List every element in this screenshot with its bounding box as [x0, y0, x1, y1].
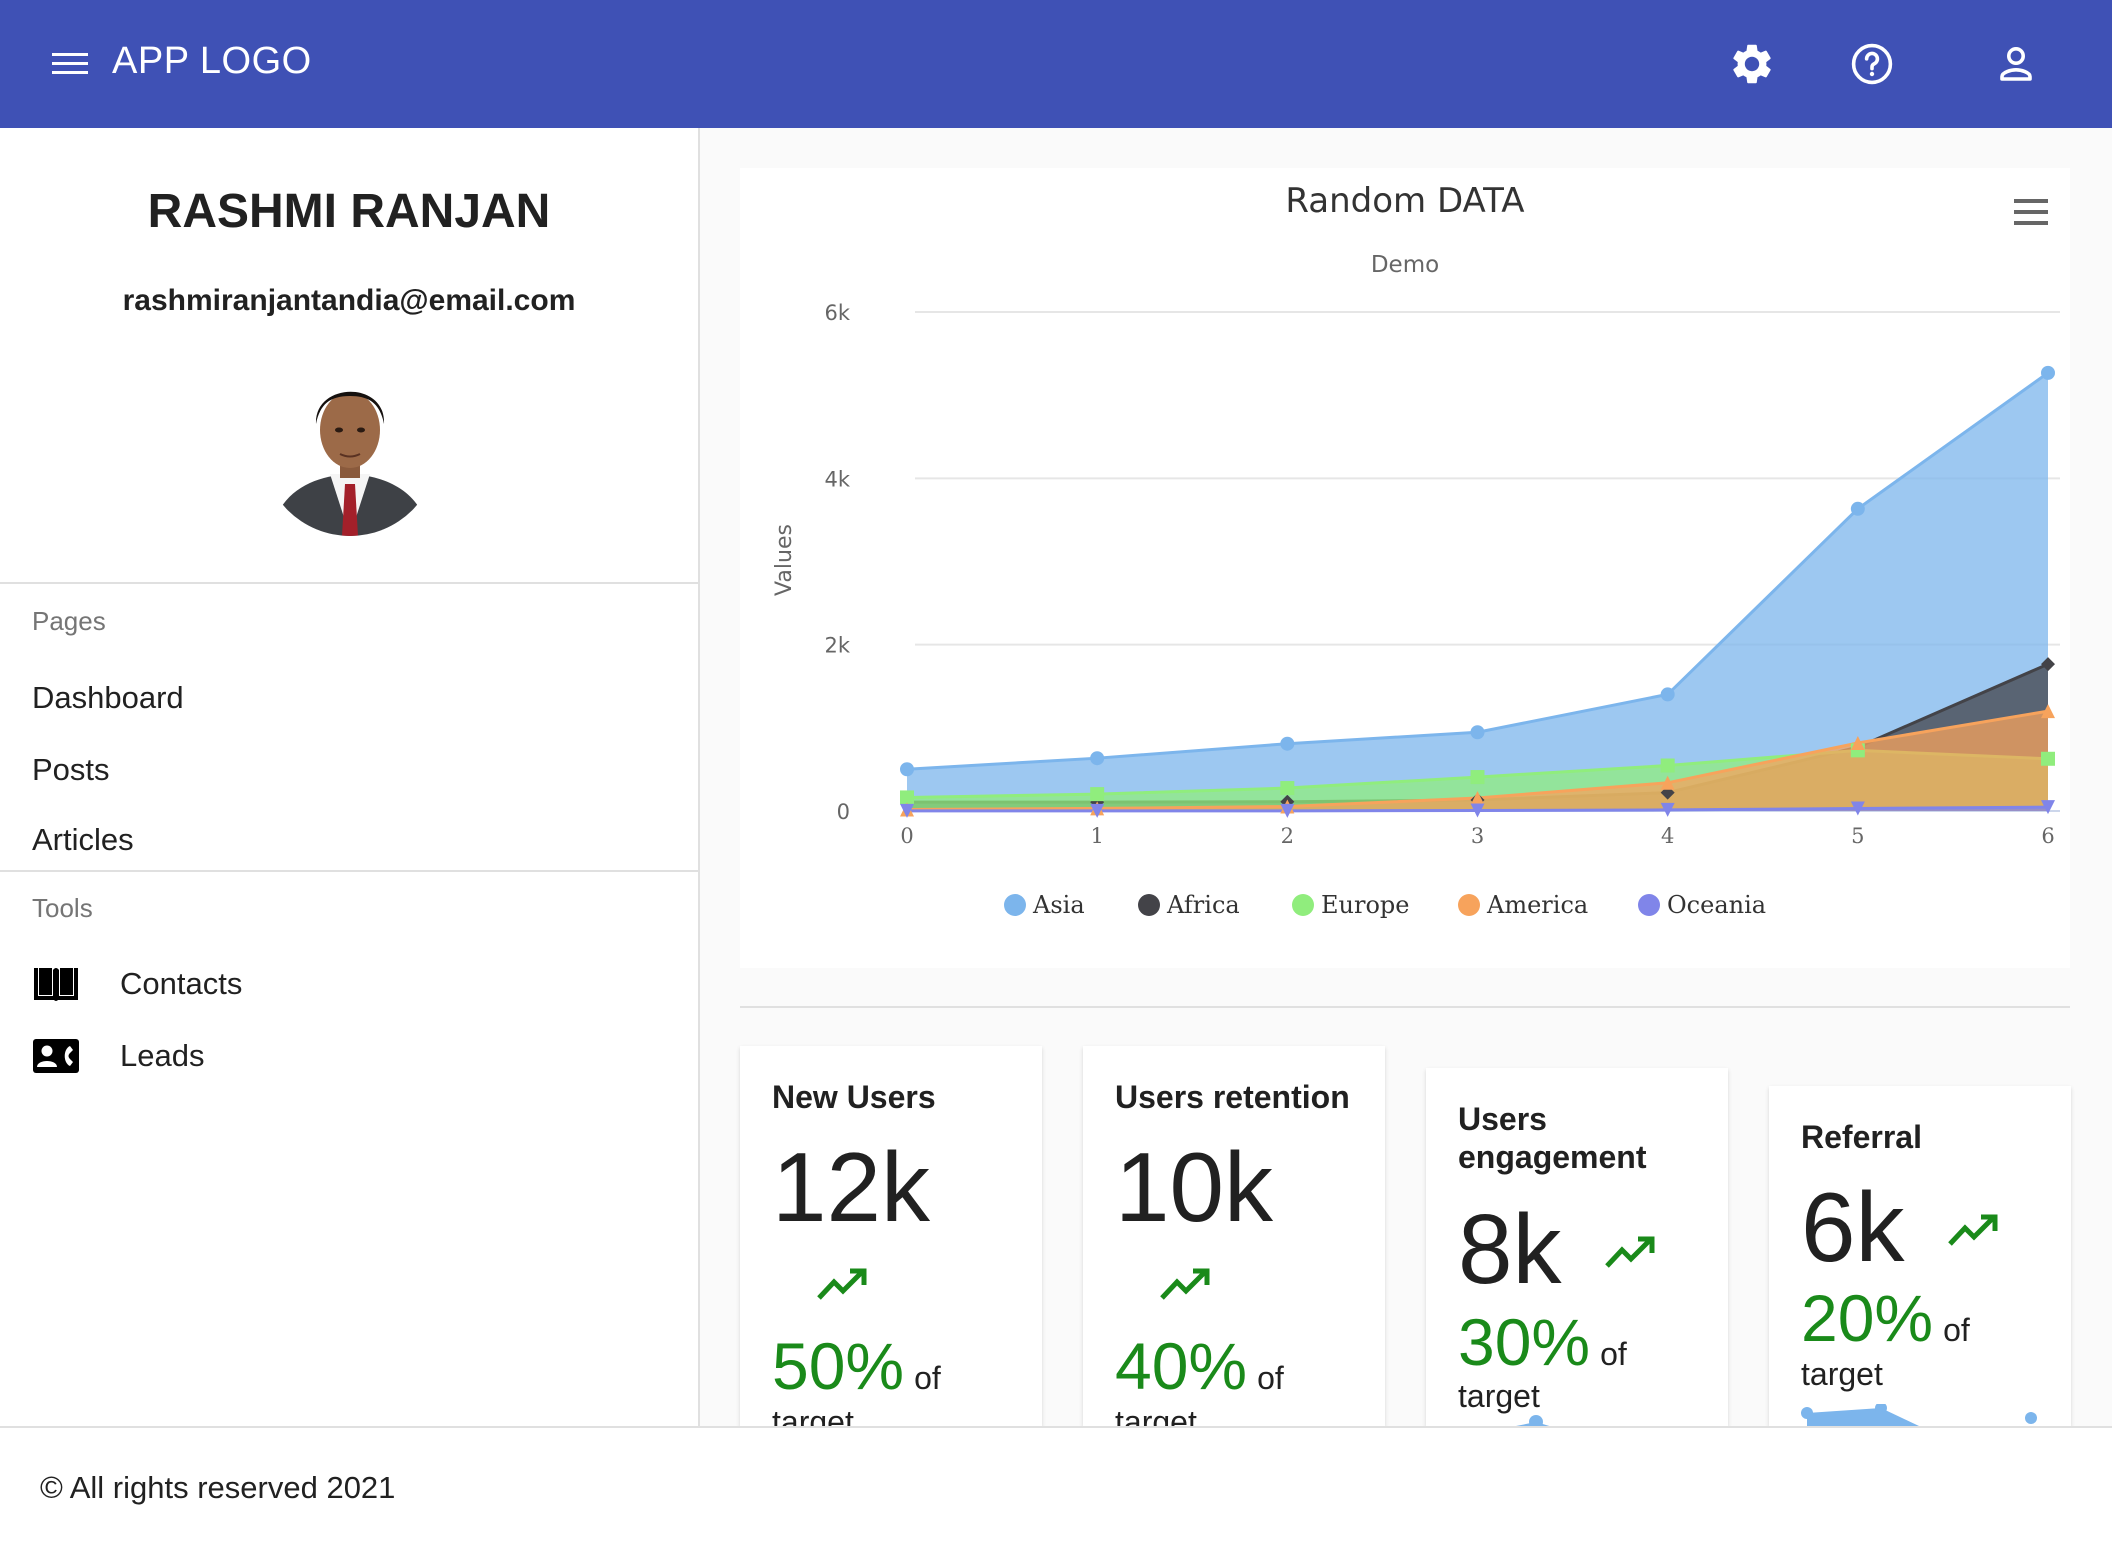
data-point-asia: [900, 762, 914, 777]
legend-label: Africa: [1166, 891, 1240, 919]
trending-up-icon: [1160, 1268, 1210, 1300]
x-tick-label: 3: [1471, 824, 1484, 848]
legend-item-america[interactable]: America: [1458, 891, 1588, 919]
stat-title: New Users: [772, 1079, 936, 1115]
stat-card-new-users[interactable]: New Users 12k 50% of target: [740, 1046, 1042, 1426]
legend-item-africa[interactable]: Africa: [1138, 891, 1240, 919]
stat-percent: 40% of: [1115, 1329, 1284, 1403]
tool-item-label: Contacts: [120, 966, 243, 1001]
sidebar-divider: [0, 582, 698, 584]
x-tick-label: 1: [1090, 824, 1103, 848]
area-chart: Random DATA Demo Values 0123456 02k4k6k …: [772, 181, 2060, 919]
stat-target-label: target: [1115, 1404, 1197, 1426]
data-point-europe: [2041, 751, 2055, 766]
sparkline: [1801, 1404, 2037, 1426]
stat-percent: 50% of: [772, 1329, 941, 1403]
legend-marker: [1138, 894, 1160, 916]
content-divider: [740, 1006, 2070, 1008]
footer-text: © All rights reserved 2021: [40, 1470, 396, 1505]
tools-subheader: Tools: [32, 893, 93, 923]
avatar: [262, 360, 438, 536]
data-point-asia: [1280, 736, 1295, 751]
x-tick-label: 6: [2041, 824, 2054, 848]
data-point-asia: [1850, 501, 1865, 516]
stat-percent: 30% of: [1458, 1305, 1627, 1379]
data-point-asia: [2041, 365, 2055, 380]
stat-percent: 20% of: [1801, 1281, 1970, 1355]
x-tick-label: 4: [1661, 824, 1674, 848]
sidebar: RASHMI RANJAN rashmiranjantandia@email.c…: [0, 128, 700, 1426]
legend-item-oceania[interactable]: Oceania: [1638, 891, 1766, 919]
legend-label: Europe: [1321, 891, 1409, 919]
contact-card-icon: [33, 1039, 79, 1073]
y-tick-label: 0: [837, 800, 850, 824]
stat-title: Referral: [1801, 1119, 1922, 1155]
app-logo[interactable]: APP LOGO: [112, 40, 312, 83]
stat-card-users-retention[interactable]: Users retention 10k 40% of target: [1083, 1046, 1385, 1426]
chart-y-axis-title: Values: [772, 524, 797, 596]
legend-marker: [1638, 894, 1660, 916]
stat-value: 10k: [1115, 1132, 1274, 1242]
tool-item-label: Leads: [120, 1038, 205, 1073]
chart-card: Random DATA Demo Values 0123456 0 2k 4k 6k …: [740, 168, 2070, 968]
pages-subheader: Pages: [32, 606, 106, 636]
stat-target-label: target: [1801, 1356, 1883, 1392]
stat-title: Users engagement: [1458, 1101, 1647, 1175]
footer: © All rights reserved 2021: [0, 1426, 2112, 1548]
legend-label: Asia: [1032, 891, 1085, 919]
stat-target-label: target: [772, 1404, 854, 1426]
help-icon[interactable]: [1848, 40, 1896, 88]
stat-card-users-engagement[interactable]: Users engagement 8k 30% of target: [1426, 1068, 1728, 1426]
legend-label: America: [1486, 891, 1588, 919]
y-tick-label: 6k: [824, 301, 850, 325]
stat-value: 12k: [772, 1132, 931, 1242]
legend-marker: [1458, 894, 1480, 916]
data-point-europe: [1660, 758, 1675, 773]
stat-card-referral[interactable]: Referral 6k 20% of target: [1769, 1086, 2071, 1426]
data-point-europe: [900, 790, 914, 805]
legend-label: Oceania: [1667, 891, 1766, 919]
legend-item-asia[interactable]: Asia: [1004, 891, 1085, 919]
top-app-bar: APP LOGO: [0, 0, 2112, 128]
trending-up-icon: [1948, 1214, 1998, 1246]
sidebar-divider: [0, 870, 698, 872]
nav-item-articles[interactable]: Articles: [32, 822, 134, 858]
stat-value: 8k: [1458, 1194, 1562, 1304]
book-icon: [34, 968, 78, 1001]
data-point-asia: [1470, 725, 1485, 740]
profile-name: RASHMI RANJAN: [147, 185, 551, 238]
chart-title: Random DATA: [1285, 181, 1524, 221]
data-point-europe: [1090, 787, 1105, 802]
x-tick-label: 5: [1851, 824, 1864, 848]
data-point-europe: [1470, 770, 1485, 785]
x-tick-label: 2: [1281, 824, 1294, 848]
stat-value: 6k: [1801, 1172, 1905, 1282]
trending-up-icon: [1605, 1236, 1655, 1268]
x-tick-label: 0: [900, 824, 913, 848]
stat-title: Users retention: [1115, 1079, 1350, 1115]
legend-marker: [1292, 894, 1314, 916]
data-point-asia: [1660, 687, 1675, 702]
legend-item-europe[interactable]: Europe: [1292, 891, 1409, 919]
settings-icon[interactable]: [1728, 40, 1776, 88]
nav-item-dashboard[interactable]: Dashboard: [32, 680, 184, 716]
chart-subtitle: Demo: [1371, 252, 1439, 278]
profile-email: rashmiranjantandia@email.com: [122, 284, 576, 317]
sparkline: [1516, 1415, 1550, 1426]
nav-item-posts[interactable]: Posts: [32, 752, 110, 788]
data-point-europe: [1280, 781, 1295, 796]
chart-menu-icon[interactable]: [2014, 199, 2048, 225]
account-icon[interactable]: [1992, 40, 2040, 88]
y-tick-label: 2k: [824, 634, 850, 658]
menu-icon[interactable]: [50, 48, 90, 80]
trending-up-icon: [817, 1268, 867, 1300]
legend-marker: [1004, 894, 1026, 916]
data-point-asia: [1090, 751, 1105, 766]
y-tick-label: 4k: [824, 467, 850, 491]
